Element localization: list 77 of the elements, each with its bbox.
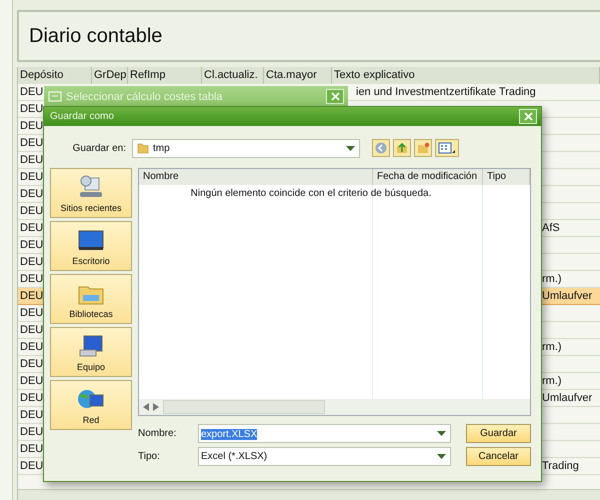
column-header[interactable]: RefImp [128,67,202,84]
table-cell: DEU [20,409,44,421]
table-cell: DEU [20,205,44,217]
folder-icon [137,142,149,154]
new-folder-button[interactable] [414,139,432,157]
cancel-button[interactable]: Cancelar [466,447,531,466]
table-cell: DEU [20,188,44,200]
column-header[interactable]: Fecha de modificación [373,169,483,185]
close-button[interactable] [519,109,537,124]
empty-message: Ningún elemento coincide con el criterio de búsqueda. [190,188,432,199]
up-folder-icon[interactable] [396,142,408,154]
location-dropdown[interactable]: tmp [132,138,360,158]
views-button[interactable] [435,139,459,157]
horizontal-scrollbar[interactable] [139,399,530,415]
table-cell: ien und Investmentzertifikate Trading [356,86,536,98]
field-label: Guardar en: [72,142,127,154]
table-cell: DEU [20,86,44,98]
column-header[interactable]: Nombre [139,169,373,185]
place-button[interactable]: Sitios recientes [50,168,132,218]
horizontal-scrollbar[interactable] [18,489,600,500]
scroll-left-icon[interactable] [143,403,149,411]
table-cell: DEU [20,103,44,115]
table-cell: Umlaufver [542,290,592,302]
field-label: Nombre: [138,428,178,439]
field-label: Tipo: [138,451,161,462]
table-cell: DEU [20,290,44,302]
table-cell: DEU [20,443,44,455]
place-button[interactable]: Escritorio [50,221,132,271]
filename-field[interactable]: export.XLSX [198,424,451,443]
filetype-dropdown[interactable]: Excel (*.XLSX) [198,447,451,466]
table-cell: rm.) [542,273,562,285]
save-button[interactable]: Guardar [466,424,531,443]
views-icon[interactable] [438,142,456,154]
close-icon[interactable] [330,92,340,101]
dropdown-arrow-icon[interactable] [346,146,355,150]
place-button[interactable]: Bibliotecas [50,274,132,324]
table-cell: DEU [20,358,44,370]
column-header[interactable]: GrDep [92,67,128,84]
close-icon[interactable] [524,112,532,121]
table-cell: DEU [20,137,44,149]
column-header[interactable]: Cta.mayor [264,67,332,84]
close-button[interactable] [326,89,344,104]
table-cell: DEU [20,324,44,336]
place-button[interactable]: Red [50,380,132,430]
dialog-icon [48,91,62,102]
table-cell: DEU [20,222,44,234]
table-cell: Trading [542,460,579,472]
table-cell: rm.) [542,375,562,387]
table-cell: DEU [20,392,44,404]
back-button[interactable] [372,139,390,157]
scroll-right-icon[interactable] [153,403,159,411]
table-cell: DEU [20,341,44,353]
column-header[interactable]: Tipo [483,169,530,185]
table-cell: DEU [20,171,44,183]
table-cell: DEU [20,273,44,285]
table-cell: DEU [20,154,44,166]
dialog-title: Guardar como [50,111,114,122]
dropdown-arrow-icon[interactable] [437,431,446,436]
new-folder-icon[interactable] [416,142,430,154]
page-title: Diario contable [29,24,162,48]
column-header[interactable]: Texto explicativo [332,67,600,84]
dropdown-arrow-icon[interactable] [437,454,446,459]
table-cell: DEU [20,120,44,132]
column-header[interactable]: Cl.actualiz. [202,67,264,84]
dialog-title: Seleccionar cálculo costes tabla [66,90,224,102]
table-cell: DEU [20,307,44,319]
table-cell: DEU [20,239,44,251]
table-cell: DEU [20,426,44,438]
table-cell: DEU [20,460,44,472]
table-cell: Umlaufver [542,392,592,404]
column-header[interactable]: Depósito [18,67,92,84]
table-cell: DEU [20,375,44,387]
up-folder-button[interactable] [393,139,411,157]
table-cell: DEU [20,256,44,268]
table-cell: rm.) [542,341,562,353]
place-button[interactable]: Equipo [50,327,132,377]
table-cell: AfS [542,222,560,234]
